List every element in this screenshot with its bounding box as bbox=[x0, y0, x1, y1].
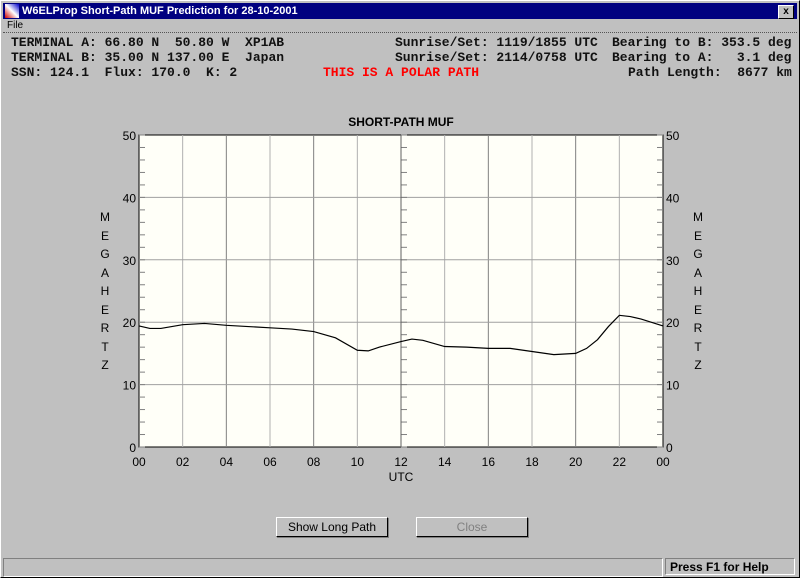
status-bar bbox=[3, 558, 663, 577]
x-tick-label: 14 bbox=[438, 455, 452, 469]
chart-title: SHORT-PATH MUF bbox=[348, 115, 454, 129]
y-tick-label-right: 40 bbox=[666, 191, 680, 205]
y-tick-label-left: 10 bbox=[123, 379, 137, 393]
y-tick-label-right: 30 bbox=[666, 254, 680, 268]
y-tick-label-right: 10 bbox=[666, 379, 680, 393]
x-tick-label: 10 bbox=[351, 455, 365, 469]
x-axis-label: UTC bbox=[389, 470, 414, 484]
x-tick-label: 20 bbox=[569, 455, 583, 469]
y-tick-label-left: 40 bbox=[123, 191, 137, 205]
help-hint: Press F1 for Help bbox=[665, 558, 795, 575]
y-tick-label-right: 0 bbox=[666, 441, 673, 455]
y-tick-label-left: 0 bbox=[129, 441, 136, 455]
window: W6ELProp Short-Path MUF Prediction for 2… bbox=[0, 0, 800, 578]
x-tick-label: 06 bbox=[263, 455, 277, 469]
muf-chart: 00 02 04 06 08 10 12 14 16 18 20 22 000 010 1020 2030 30… bbox=[123, 115, 680, 484]
x-tick-label: 04 bbox=[220, 455, 234, 469]
x-tick-label: 02 bbox=[176, 455, 190, 469]
x-tick-label: 22 bbox=[613, 455, 627, 469]
y-tick-label-left: 50 bbox=[123, 129, 137, 143]
x-tick-label: 16 bbox=[482, 455, 496, 469]
close-button[interactable]: Close bbox=[416, 517, 528, 537]
y-tick-label-right: 50 bbox=[666, 129, 680, 143]
y-axis-label-left: MEGAHERTZ bbox=[100, 210, 110, 372]
show-long-path-button[interactable]: Show Long Path bbox=[276, 517, 388, 537]
y-tick-label-left: 30 bbox=[123, 254, 137, 268]
x-tick-label: 18 bbox=[525, 455, 539, 469]
y-tick-label-right: 20 bbox=[666, 316, 680, 330]
x-tick-label: 00 bbox=[656, 455, 670, 469]
x-tick-label: 00 bbox=[132, 455, 146, 469]
x-tick-label: 08 bbox=[307, 455, 321, 469]
y-tick-label-left: 20 bbox=[123, 316, 137, 330]
x-tick-label: 12 bbox=[394, 455, 408, 469]
y-axis-label-right: MEGAHERTZ bbox=[693, 210, 703, 372]
